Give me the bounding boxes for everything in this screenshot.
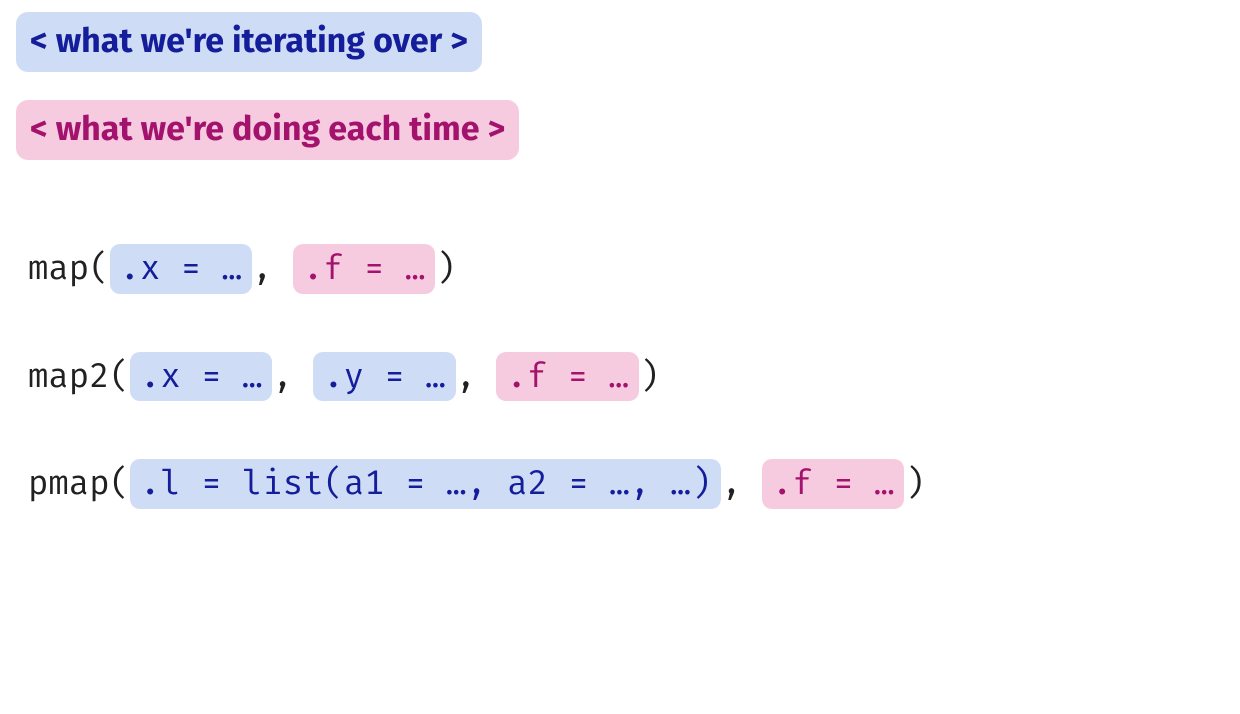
paren-close: ) (639, 356, 659, 397)
code-examples: map(.x = …, .f = …) map2(.x = …, .y = …,… (16, 244, 1224, 508)
sep: , (456, 356, 497, 397)
paren-open: ( (89, 248, 109, 289)
arg-f: .f = … (496, 352, 638, 401)
arg-f: .f = … (293, 244, 435, 293)
fn-name: pmap (28, 463, 110, 504)
sep: , (721, 463, 762, 504)
arg-l: .l = list(a1 = …, a2 = …, …) (130, 459, 721, 508)
fn-name: map2 (28, 356, 110, 397)
fn-name: map (28, 248, 89, 289)
paren-close: ) (435, 248, 455, 289)
sep: , (272, 356, 313, 397)
code-pmap: pmap(.l = list(a1 = …, a2 = …, …), .f = … (28, 459, 1224, 508)
arg-x: .x = … (130, 352, 272, 401)
code-map: map(.x = …, .f = …) (28, 244, 1224, 293)
legend-doing: < what we're doing each time > (16, 100, 519, 160)
arg-f: .f = … (762, 459, 904, 508)
paren-close: ) (904, 463, 924, 504)
arg-x: .x = … (110, 244, 252, 293)
paren-open: ( (110, 356, 130, 397)
paren-open: ( (110, 463, 130, 504)
arg-y: .y = … (313, 352, 455, 401)
legend-iterating: < what we're iterating over > (16, 12, 482, 72)
code-map2: map2(.x = …, .y = …, .f = …) (28, 352, 1224, 401)
sep: , (252, 248, 293, 289)
